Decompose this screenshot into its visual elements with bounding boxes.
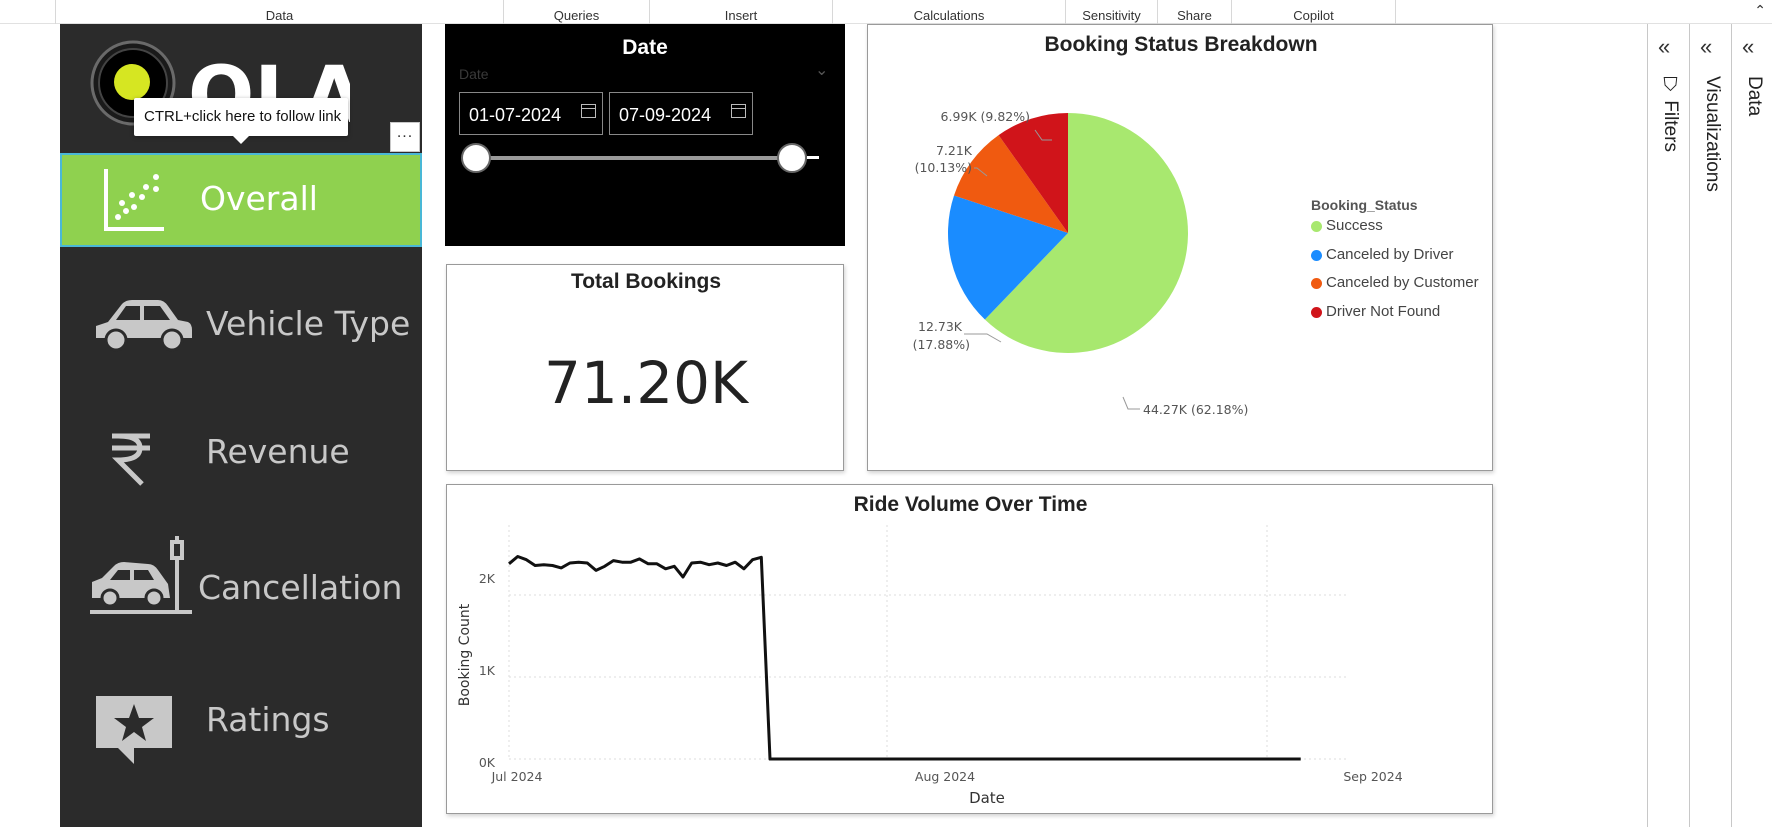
pie-legend: Booking_Status Success Canceled by Driver… (1311, 197, 1479, 331)
date-from-input[interactable]: 01-07-2024 (459, 92, 603, 135)
pie-label-notfound: 6.99K (9.82%) (941, 109, 1030, 124)
car-crash-icon (90, 536, 192, 614)
line-title: Ride Volume Over Time (853, 493, 1088, 516)
rupee-icon (111, 433, 150, 486)
ribbon-group-calculations[interactable]: Calculations (833, 0, 1066, 24)
pie-label-driver-count: 12.73K (918, 319, 963, 334)
legend-dot (1311, 249, 1322, 261)
date-slicer-placeholder: Date (459, 66, 489, 82)
ribbon-group-data[interactable]: Data (56, 0, 504, 24)
chevron-up-icon[interactable]: ⌃ (1754, 2, 1766, 19)
ribbon-group-insert[interactable]: Insert (650, 0, 833, 24)
link-tooltip: CTRL+click here to follow link (134, 98, 348, 144)
legend-item[interactable]: Success (1311, 217, 1479, 246)
booking-status-card[interactable]: 44.27K (62.18%) 12.73K (17.88%) 7.21K (1… (867, 24, 1493, 471)
ride-volume-card[interactable]: 0K 1K 2K Jul 2024 Aug 2024 Sep 2024 Date… (446, 484, 1493, 814)
legend-item[interactable]: Canceled by Driver (1311, 246, 1479, 275)
date-range-fill (475, 156, 793, 160)
star-message-icon (96, 696, 172, 764)
car-icon (96, 300, 192, 352)
ribbon-group-sensitivity[interactable]: Sensitivity (1066, 0, 1158, 24)
sidebar-item-ratings[interactable]: Ratings (60, 666, 422, 766)
ride-volume-line (508, 555, 1301, 761)
date-range-end-handle[interactable] (777, 143, 807, 173)
kpi-value: 71.20K (543, 349, 749, 417)
filters-pane-label: ⛉ Filters (1660, 76, 1681, 153)
date-to-input[interactable]: 07-09-2024 (609, 92, 753, 135)
ribbon: Data Queries Insert Calculations Sensiti… (0, 0, 1772, 24)
pie-label-customer-pct: (10.13%) (915, 160, 972, 175)
sidebar-item-label: Revenue (206, 432, 350, 471)
pie-label-success: 44.27K (62.18%) (1143, 402, 1248, 417)
legend-item[interactable]: Driver Not Found (1311, 303, 1479, 332)
legend-item[interactable]: Canceled by Customer (1311, 274, 1479, 303)
visualizations-pane[interactable]: « Visualizations (1689, 24, 1731, 827)
more-options-button[interactable]: ... (390, 122, 420, 152)
filters-pane[interactable]: « ⛉ Filters (1647, 24, 1689, 827)
y-tick: 1K (479, 663, 496, 678)
legend-title: Booking_Status (1311, 197, 1418, 213)
x-tick: Aug 2024 (915, 769, 975, 784)
pie-label-driver-pct: (17.88%) (913, 337, 970, 352)
legend-label: Driver Not Found (1326, 302, 1441, 320)
sidebar-item-label: Cancellation (198, 568, 403, 607)
x-tick: Jul 2024 (491, 769, 543, 784)
ribbon-group-share[interactable]: Share (1158, 0, 1232, 24)
line-chart: 0K 1K 2K Jul 2024 Aug 2024 Sep 2024 Date… (457, 525, 1403, 807)
ribbon-group-queries[interactable]: Queries (504, 0, 650, 24)
scatter-chart-icon (104, 169, 164, 231)
sidebar-item-label: Ratings (206, 700, 330, 739)
y-tick: 0K (479, 755, 496, 770)
legend-label: Success (1326, 217, 1383, 234)
sidebar-item-revenue[interactable]: Revenue (60, 406, 422, 506)
data-pane[interactable]: « Data (1731, 24, 1772, 827)
legend-dot (1311, 278, 1322, 289)
chevron-down-icon[interactable]: ⌄ (815, 60, 828, 80)
ribbon-spacer (0, 0, 56, 24)
sidebar-item-vehicle-type[interactable]: Vehicle Type (60, 278, 422, 378)
legend-dot (1311, 306, 1322, 318)
data-pane-label: Data (1744, 76, 1765, 117)
date-range-start-handle[interactable] (461, 143, 491, 173)
kpi-title: Total Bookings (570, 270, 722, 293)
date-slicer-title: Date (622, 36, 668, 59)
filter-icon: ⛉ (1660, 76, 1681, 101)
calendar-icon[interactable] (731, 104, 746, 118)
legend-dot (1311, 221, 1322, 232)
slider-end-mark (807, 156, 819, 159)
sidebar-item-overall[interactable]: Overall (60, 153, 422, 247)
double-chevron-left-icon[interactable]: « (1742, 36, 1754, 58)
legend-label: Canceled by Customer (1326, 274, 1479, 291)
y-axis-label: Booking Count (457, 603, 473, 706)
visualizations-pane-label: Visualizations (1702, 76, 1723, 192)
ribbon-group-copilot[interactable]: Copilot (1232, 0, 1396, 24)
sidebar-item-cancellation[interactable]: Cancellation (60, 532, 422, 632)
double-chevron-left-icon[interactable]: « (1700, 36, 1712, 58)
sidebar-item-label: Overall (200, 179, 318, 218)
date-from-value: 01-07-2024 (469, 105, 562, 125)
date-slicer: Date Date ⌄ 01-07-2024 07-09-2024 (445, 24, 845, 246)
total-bookings-card[interactable]: Total Bookings 71.20K (446, 264, 844, 471)
date-to-value: 07-09-2024 (619, 105, 712, 125)
pie-label-customer-count: 7.21K (936, 143, 973, 158)
pie-title: Booking Status Breakdown (1044, 33, 1318, 56)
y-tick: 2K (479, 571, 496, 586)
x-axis-label: Date (969, 789, 1005, 807)
calendar-icon[interactable] (581, 104, 596, 118)
legend-label: Canceled by Driver (1326, 245, 1454, 263)
sidebar-item-label: Vehicle Type (206, 304, 411, 343)
double-chevron-left-icon[interactable]: « (1658, 36, 1670, 58)
x-tick: Sep 2024 (1343, 769, 1402, 784)
